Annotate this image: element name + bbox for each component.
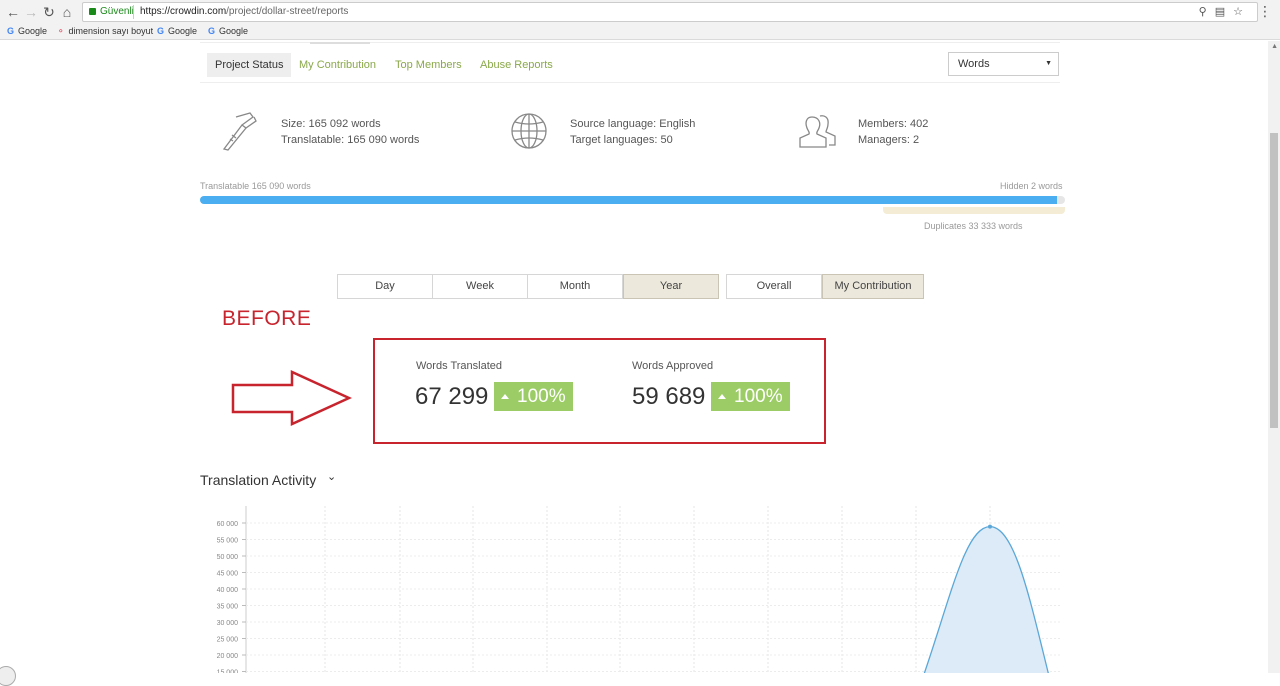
translation-activity-title[interactable]: Translation Activity (200, 472, 316, 488)
star-icon[interactable]: ☆ (1233, 6, 1251, 18)
y-tick-label: 20 000 (217, 653, 239, 660)
managers-count: Managers: 2 (858, 134, 920, 146)
tab-top-members[interactable]: Top Members (395, 53, 462, 77)
before-annotation: BEFORE (222, 307, 312, 330)
triangle-up-icon (718, 394, 726, 399)
url-text[interactable]: https://crowdin.com/project/dollar-stree… (140, 6, 348, 17)
translation-activity-chart: 60 000 55 000 50 000 45 000 40 000 35 000 30 0… (217, 506, 1062, 674)
y-tick-label: 35 000 (217, 604, 239, 611)
change-badge: 100% (494, 382, 573, 411)
zoom-icon[interactable]: ⚲ (1199, 6, 1215, 18)
translatable-label: Translatable 165 090 words (200, 181, 311, 191)
arrow-right-icon (231, 370, 353, 426)
y-tick-label: 60 000 (217, 521, 239, 528)
bookmark-item[interactable]: G Google (7, 26, 47, 36)
y-tick-label: 45 000 (217, 571, 239, 578)
project-translatable: Translatable: 165 090 words (281, 134, 420, 146)
scrollbar-thumb[interactable] (1270, 133, 1278, 428)
chevron-down-icon[interactable]: ⌄ (327, 470, 336, 483)
bookmark-site-icon: ⚬ (57, 26, 65, 36)
y-tick-label: 25 000 (217, 637, 239, 644)
y-tick-label: 30 000 (217, 620, 239, 627)
chevron-down-icon: ▼ (1045, 60, 1052, 67)
feedback-icon[interactable] (0, 666, 16, 686)
back-icon[interactable]: ← (4, 3, 22, 21)
change-badge: 100% (711, 382, 790, 411)
bookmark-item[interactable]: G Google (208, 26, 248, 36)
scope-overall-button[interactable]: Overall (726, 274, 822, 299)
omnibox-actions: ⚲▤☆ (1199, 5, 1251, 18)
forward-icon[interactable]: → (22, 3, 40, 21)
kpi-label: Words Translated (416, 360, 503, 372)
members-count: Members: 402 (858, 118, 929, 130)
project-size: Size: 165 092 words (281, 118, 381, 130)
period-year-button[interactable]: Year (623, 274, 719, 299)
words-translated-value: 67 299 (415, 383, 489, 410)
duplicates-label: Duplicates 33 333 words (924, 221, 1023, 231)
period-month-button[interactable]: Month (527, 274, 623, 299)
target-languages: Target languages: 50 (570, 134, 673, 146)
bookmark-item[interactable]: G Google (157, 26, 197, 36)
activity-point[interactable] (988, 524, 992, 529)
period-day-button[interactable]: Day (337, 274, 433, 299)
google-icon: G (208, 26, 216, 36)
y-tick-label: 50 000 (217, 554, 239, 561)
caliper-icon (222, 112, 257, 151)
y-tick-label: 40 000 (217, 587, 239, 594)
globe-icon (511, 113, 547, 149)
scroll-up-icon[interactable]: ▲ (1271, 43, 1278, 50)
duplicates-bar (883, 207, 1065, 214)
tab-project-status[interactable]: Project Status (207, 53, 292, 77)
google-icon: G (157, 26, 165, 36)
lock-icon (89, 8, 96, 15)
translate-icon[interactable]: ▤ (1215, 6, 1233, 18)
secure-indicator[interactable]: Güvenli (89, 6, 134, 17)
google-icon: G (7, 26, 15, 36)
source-language: Source language: English (570, 118, 696, 130)
hidden-label: Hidden 2 words (1000, 181, 1063, 191)
words-approved-value: 59 689 (632, 383, 706, 410)
tab-abuse-reports[interactable]: Abuse Reports (480, 53, 553, 77)
hidden-bar (1057, 196, 1065, 204)
scope-my-contribution-button[interactable]: My Contribution (822, 274, 924, 299)
y-tick-label: 15 000 (217, 670, 239, 674)
address-bar[interactable]: Güvenli https://crowdin.com/project/doll… (82, 2, 1258, 22)
bookmarks-bar: G Google ⚬ dimension sayı boyut G Google GG… (0, 24, 1280, 40)
period-week-button[interactable]: Week (432, 274, 528, 299)
home-icon[interactable]: ⌂ (58, 3, 76, 21)
reload-icon[interactable]: ↻ (40, 3, 58, 21)
members-icon (799, 115, 836, 148)
triangle-up-icon (501, 394, 509, 399)
bookmark-item[interactable]: ⚬ dimension sayı boyut (57, 26, 153, 37)
units-select[interactable]: Words ▼ (948, 52, 1059, 76)
browser-chrome: ← → ↻ ⌂ Güvenli https://crowdin.com/proj… (0, 0, 1280, 40)
browser-menu-icon[interactable]: ⋮ (1258, 3, 1272, 20)
activity-area (924, 526, 1049, 673)
tab-my-contribution[interactable]: My Contribution (299, 53, 376, 77)
kpi-label: Words Approved (632, 360, 714, 372)
y-tick-label: 55 000 (217, 538, 239, 545)
translatable-bar (200, 196, 1058, 204)
